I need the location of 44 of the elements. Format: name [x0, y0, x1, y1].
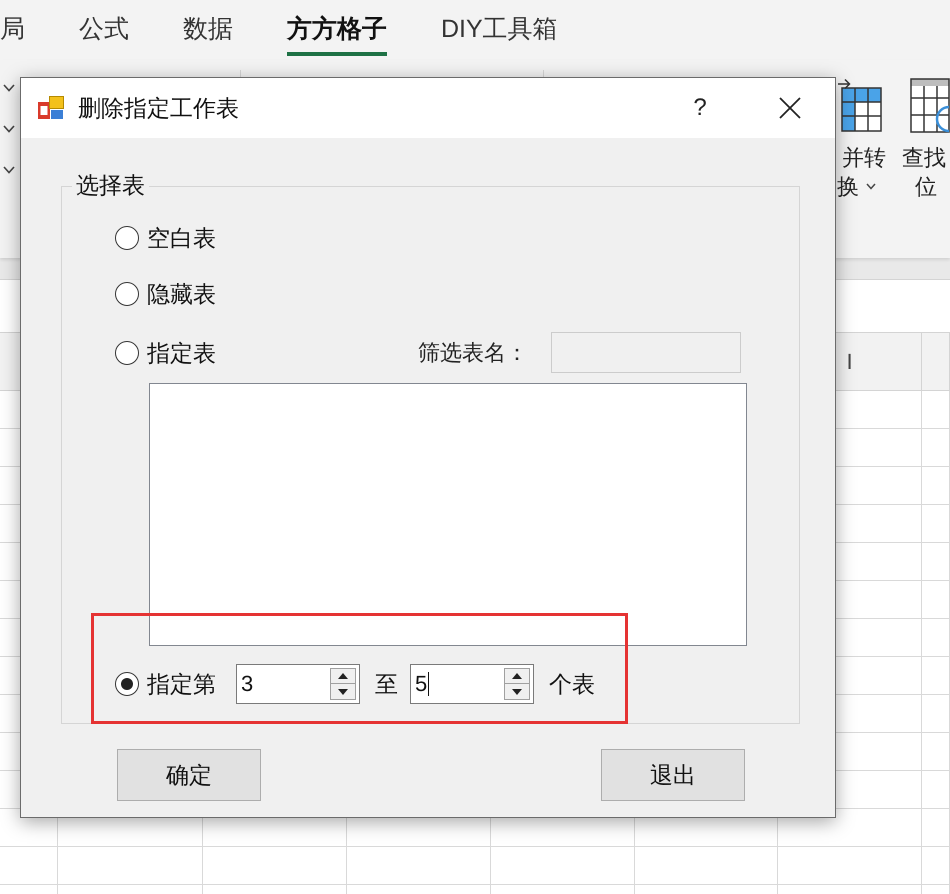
spin-value: 5	[415, 671, 428, 697]
triangle-up-icon	[512, 673, 522, 679]
help-button[interactable]: ?	[680, 88, 720, 128]
radio-button[interactable]	[115, 282, 139, 306]
radio-label[interactable]: 指定表	[147, 338, 216, 366]
range-label: 个表	[549, 670, 595, 698]
spin-value: 3	[241, 671, 254, 697]
radio-label[interactable]: 指定第	[147, 670, 216, 698]
chevron-down-icon[interactable]	[3, 125, 15, 133]
spin-box[interactable]: 3	[236, 664, 360, 704]
ribbon-button[interactable]: 并转 换	[836, 60, 902, 258]
spin-down-button[interactable]	[330, 684, 356, 700]
triangle-down-icon	[512, 688, 522, 694]
ribbon-tab[interactable]: DIY工具箱	[441, 0, 558, 56]
radio-label[interactable]: 隐藏表	[147, 280, 216, 308]
triangle-down-icon	[338, 688, 348, 694]
spin-up-button[interactable]	[330, 668, 356, 684]
range-label: 至	[375, 670, 398, 698]
ribbon-tab[interactable]: 数据	[183, 0, 233, 56]
spin-box[interactable]: 5	[410, 664, 534, 704]
ribbon-tab[interactable]: 方方格子	[287, 0, 387, 56]
column-heading[interactable]: I	[846, 345, 853, 378]
radio-button[interactable]	[115, 226, 139, 250]
sheet-list[interactable]	[149, 383, 747, 646]
radio-button[interactable]	[115, 340, 139, 364]
field-label: 筛选表名：	[418, 338, 528, 366]
spin-up-button[interactable]	[504, 668, 530, 684]
chevron-down-icon[interactable]	[3, 166, 15, 174]
text-cursor	[428, 672, 430, 696]
radio-label[interactable]: 空白表	[147, 224, 216, 252]
table-arrow-icon	[838, 78, 882, 132]
dialog-title: 删除指定工作表	[78, 94, 239, 123]
ribbon-tab[interactable]: 公式	[79, 0, 129, 56]
dialog-button[interactable]: 确定	[117, 749, 261, 801]
ribbon-button[interactable]: 查找 位	[902, 60, 950, 258]
windows-stack-icon	[38, 96, 64, 120]
dialog-button[interactable]: 退出	[601, 749, 745, 801]
group-label: 选择表	[72, 171, 149, 199]
close-icon	[779, 97, 801, 119]
radio-button[interactable]	[115, 672, 139, 696]
chevron-down-icon[interactable]	[3, 84, 15, 92]
ribbon-tab[interactable]: 局	[0, 0, 25, 56]
spin-down-button[interactable]	[504, 684, 530, 700]
triangle-up-icon	[338, 673, 348, 679]
